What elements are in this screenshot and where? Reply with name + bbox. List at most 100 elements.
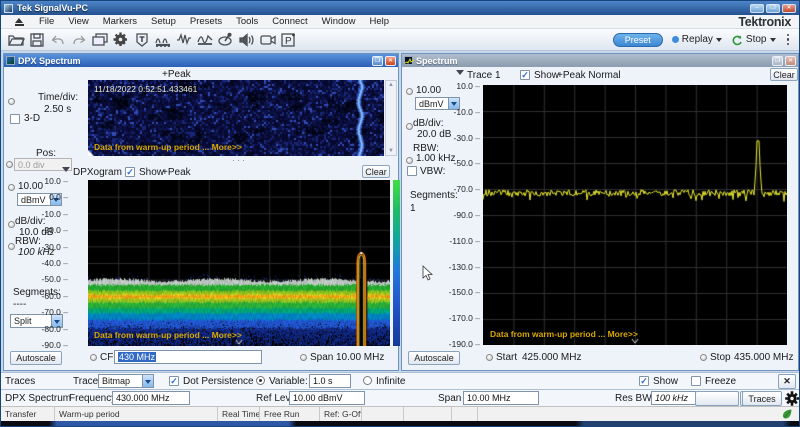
start-knob-icon[interactable] <box>486 354 493 361</box>
span-setting-input[interactable]: 10.00 MHz <box>463 391 539 405</box>
freeze-checkbox[interactable] <box>691 376 701 386</box>
touch-control-icon[interactable] <box>215 30 236 49</box>
cf-input[interactable]: 430 MHz <box>114 350 262 364</box>
menu-item-8[interactable]: Help <box>362 16 396 27</box>
markers-button-final[interactable] <box>695 391 739 406</box>
close-button[interactable]: ✕ <box>782 4 796 13</box>
traces-bar-title: Traces <box>5 376 35 387</box>
rbw-knob-icon[interactable] <box>8 243 15 250</box>
menu-item-4[interactable]: Presets <box>183 16 229 27</box>
three-d-label: 3-D <box>24 113 40 124</box>
infinite-radio[interactable] <box>363 376 372 385</box>
cf-knob-icon[interactable] <box>90 354 97 361</box>
show-checkbox[interactable] <box>639 376 649 386</box>
dpxogram-y-tick-1: 0.0 <box>49 192 68 202</box>
spectrum-clear-button[interactable]: Clear <box>770 68 798 81</box>
dot-persistence-checkbox[interactable] <box>169 376 179 386</box>
vbw-checkbox[interactable] <box>407 166 417 176</box>
camera-icon[interactable] <box>257 30 278 49</box>
replay-control[interactable]: Replay <box>672 34 722 45</box>
collapse-icon <box>456 70 464 79</box>
dpxogram-y-tick-5: -40.0 <box>42 258 68 268</box>
more-options-icon[interactable] <box>787 34 790 46</box>
spectrum-y-tick-7: -130.0 <box>449 262 480 272</box>
undo-icon[interactable] <box>47 30 68 49</box>
span-value[interactable]: 10.00 MHz <box>336 352 384 363</box>
pulse-trace-icon[interactable] <box>173 30 194 49</box>
minimize-button[interactable]: – <box>750 4 764 13</box>
spectrum-panel-icon <box>404 56 413 65</box>
ref-level-knob-icon[interactable] <box>8 184 15 191</box>
displays-icon[interactable] <box>89 30 110 49</box>
dpx-panel-close-button[interactable]: ✕ <box>385 56 396 66</box>
variable-label: Variable: <box>269 376 308 387</box>
spectrum-autoscale-button[interactable]: Autoscale <box>408 351 460 365</box>
spectrum-panel-restore-button[interactable]: ❐ <box>772 56 783 66</box>
variable-time-input[interactable]: 1.0 s <box>309 374 351 388</box>
dpx-spectrum-panel: DPX Spectrum ❐ ✕ +Peak Time/div: 2.50 s … <box>3 53 399 371</box>
dpxogram-clear-button[interactable]: Clear <box>362 165 390 178</box>
spectrum-rbw-knob-icon[interactable] <box>406 157 413 164</box>
traces-type-dropdown[interactable]: Bitmap <box>98 374 154 388</box>
preset-p-icon[interactable]: P <box>278 30 299 49</box>
collapse-toolbar-icon[interactable] <box>15 18 24 26</box>
replay-caret-icon[interactable] <box>716 38 722 45</box>
spectrum-trace-icon[interactable] <box>194 30 215 49</box>
ref-lev-input[interactable]: 10.00 dBmV <box>289 391 365 405</box>
spectrum-display[interactable] <box>483 85 787 345</box>
open-file-icon[interactable] <box>5 30 26 49</box>
spectrum-ref-value[interactable]: 10.00 <box>416 85 441 96</box>
menu-item-3[interactable]: Setup <box>144 16 183 27</box>
stop-knob-icon[interactable] <box>700 354 707 361</box>
frequency-input[interactable]: 430.000 MHz <box>112 391 190 405</box>
dpx-panel-restore-button[interactable]: ❐ <box>372 56 383 66</box>
marker-tag-icon[interactable] <box>131 30 152 49</box>
time-div-knob-icon[interactable] <box>8 98 15 105</box>
menu-item-5[interactable]: Tools <box>229 16 265 27</box>
redo-icon[interactable] <box>68 30 89 49</box>
menu-item-2[interactable]: Markers <box>96 16 144 27</box>
waterfall-scrollbar[interactable]: ▲▼ <box>385 80 397 156</box>
save-icon[interactable] <box>26 30 47 49</box>
variable-radio[interactable] <box>256 376 265 385</box>
pos-knob-icon[interactable] <box>6 161 13 168</box>
restore-button[interactable]: ❐ <box>766 4 780 13</box>
dpxogram-autoscale-button[interactable]: Autoscale <box>10 351 62 365</box>
spectrum-y-tick-9: -170.0 <box>449 313 480 323</box>
menu-item-7[interactable]: Window <box>315 16 363 27</box>
start-value[interactable]: 425.000 MHz <box>522 352 581 363</box>
traces-button[interactable]: Traces <box>742 391 782 406</box>
waterfall-warning[interactable]: Data from warm-up period ... More>> <box>94 142 242 152</box>
menu-item-1[interactable]: View <box>61 16 95 27</box>
dpxogram-section-toggle[interactable]: DPXogram <box>62 167 122 178</box>
three-d-checkbox[interactable] <box>10 114 20 124</box>
menu-item-6[interactable]: Connect <box>265 16 314 27</box>
audio-icon[interactable] <box>236 30 257 49</box>
stop-caret-icon[interactable] <box>770 38 776 45</box>
dpxogram-warning[interactable]: Data from warm-up period ... More>> <box>94 330 242 340</box>
dropdown-arrow-icon[interactable] <box>142 375 153 387</box>
dpx-display-icon[interactable] <box>152 30 173 49</box>
time-div-value[interactable]: 2.50 s <box>44 104 71 115</box>
menu-item-0[interactable]: File <box>32 16 61 27</box>
db-div-knob-icon[interactable] <box>8 221 15 228</box>
dpx-panel-titlebar[interactable]: DPX Spectrum ❐ ✕ <box>4 54 398 67</box>
spectrum-panel-titlebar[interactable]: Spectrum ❐ ✕ <box>402 54 798 67</box>
preset-button[interactable]: Preset <box>613 33 663 47</box>
splitter-handle[interactable]: ··· <box>232 155 247 165</box>
span-knob-icon[interactable] <box>300 354 307 361</box>
workspace: DPX Spectrum ❐ ✕ +Peak Time/div: 2.50 s … <box>1 51 799 372</box>
dot-persistence-label: Dot Persistence <box>183 376 254 387</box>
spectrum-ref-knob-icon[interactable] <box>406 88 413 95</box>
trace1-show-checkbox[interactable] <box>520 70 530 80</box>
dpxogram-display[interactable] <box>88 180 390 346</box>
spectrum-db-div-knob-icon[interactable] <box>406 123 413 130</box>
spectrum-warning[interactable]: Data from warm-up period ... More>> <box>490 329 638 339</box>
stop-control[interactable]: Stop <box>731 34 776 46</box>
stop-value[interactable]: 435.000 MHz <box>734 352 793 363</box>
settings-gear-icon[interactable] <box>110 30 131 49</box>
close-settings-button[interactable]: ✕ <box>778 374 796 389</box>
spectrum-panel-close-button[interactable]: ✕ <box>785 56 796 66</box>
dpxogram-show-checkbox[interactable] <box>125 167 135 177</box>
trace1-section-toggle[interactable]: Trace 1 <box>456 70 501 81</box>
